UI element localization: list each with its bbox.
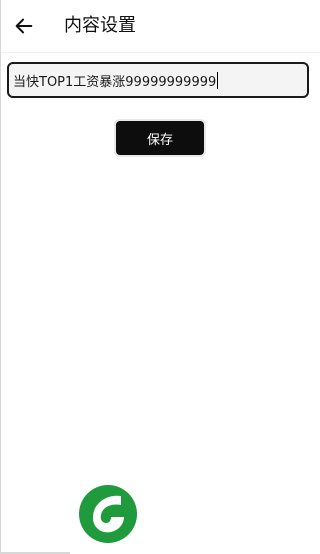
green-leaf-logo-icon xyxy=(79,485,137,543)
arrow-left-icon xyxy=(15,18,33,34)
content-settings-screen: 内容设置 当快TOP1工资暴涨99999999999 保存 xyxy=(0,0,320,554)
app-bar: 内容设置 xyxy=(0,0,320,53)
text-caret xyxy=(217,71,219,89)
page-title: 内容设置 xyxy=(64,15,136,36)
save-button[interactable]: 保存 xyxy=(116,121,204,155)
content-input-value: 当快TOP1工资暴涨99999999999 xyxy=(13,74,217,90)
save-button-label: 保存 xyxy=(146,132,173,148)
back-button[interactable] xyxy=(8,10,40,42)
window-left-edge xyxy=(0,0,1,554)
content-input[interactable]: 当快TOP1工资暴涨99999999999 xyxy=(7,62,309,98)
